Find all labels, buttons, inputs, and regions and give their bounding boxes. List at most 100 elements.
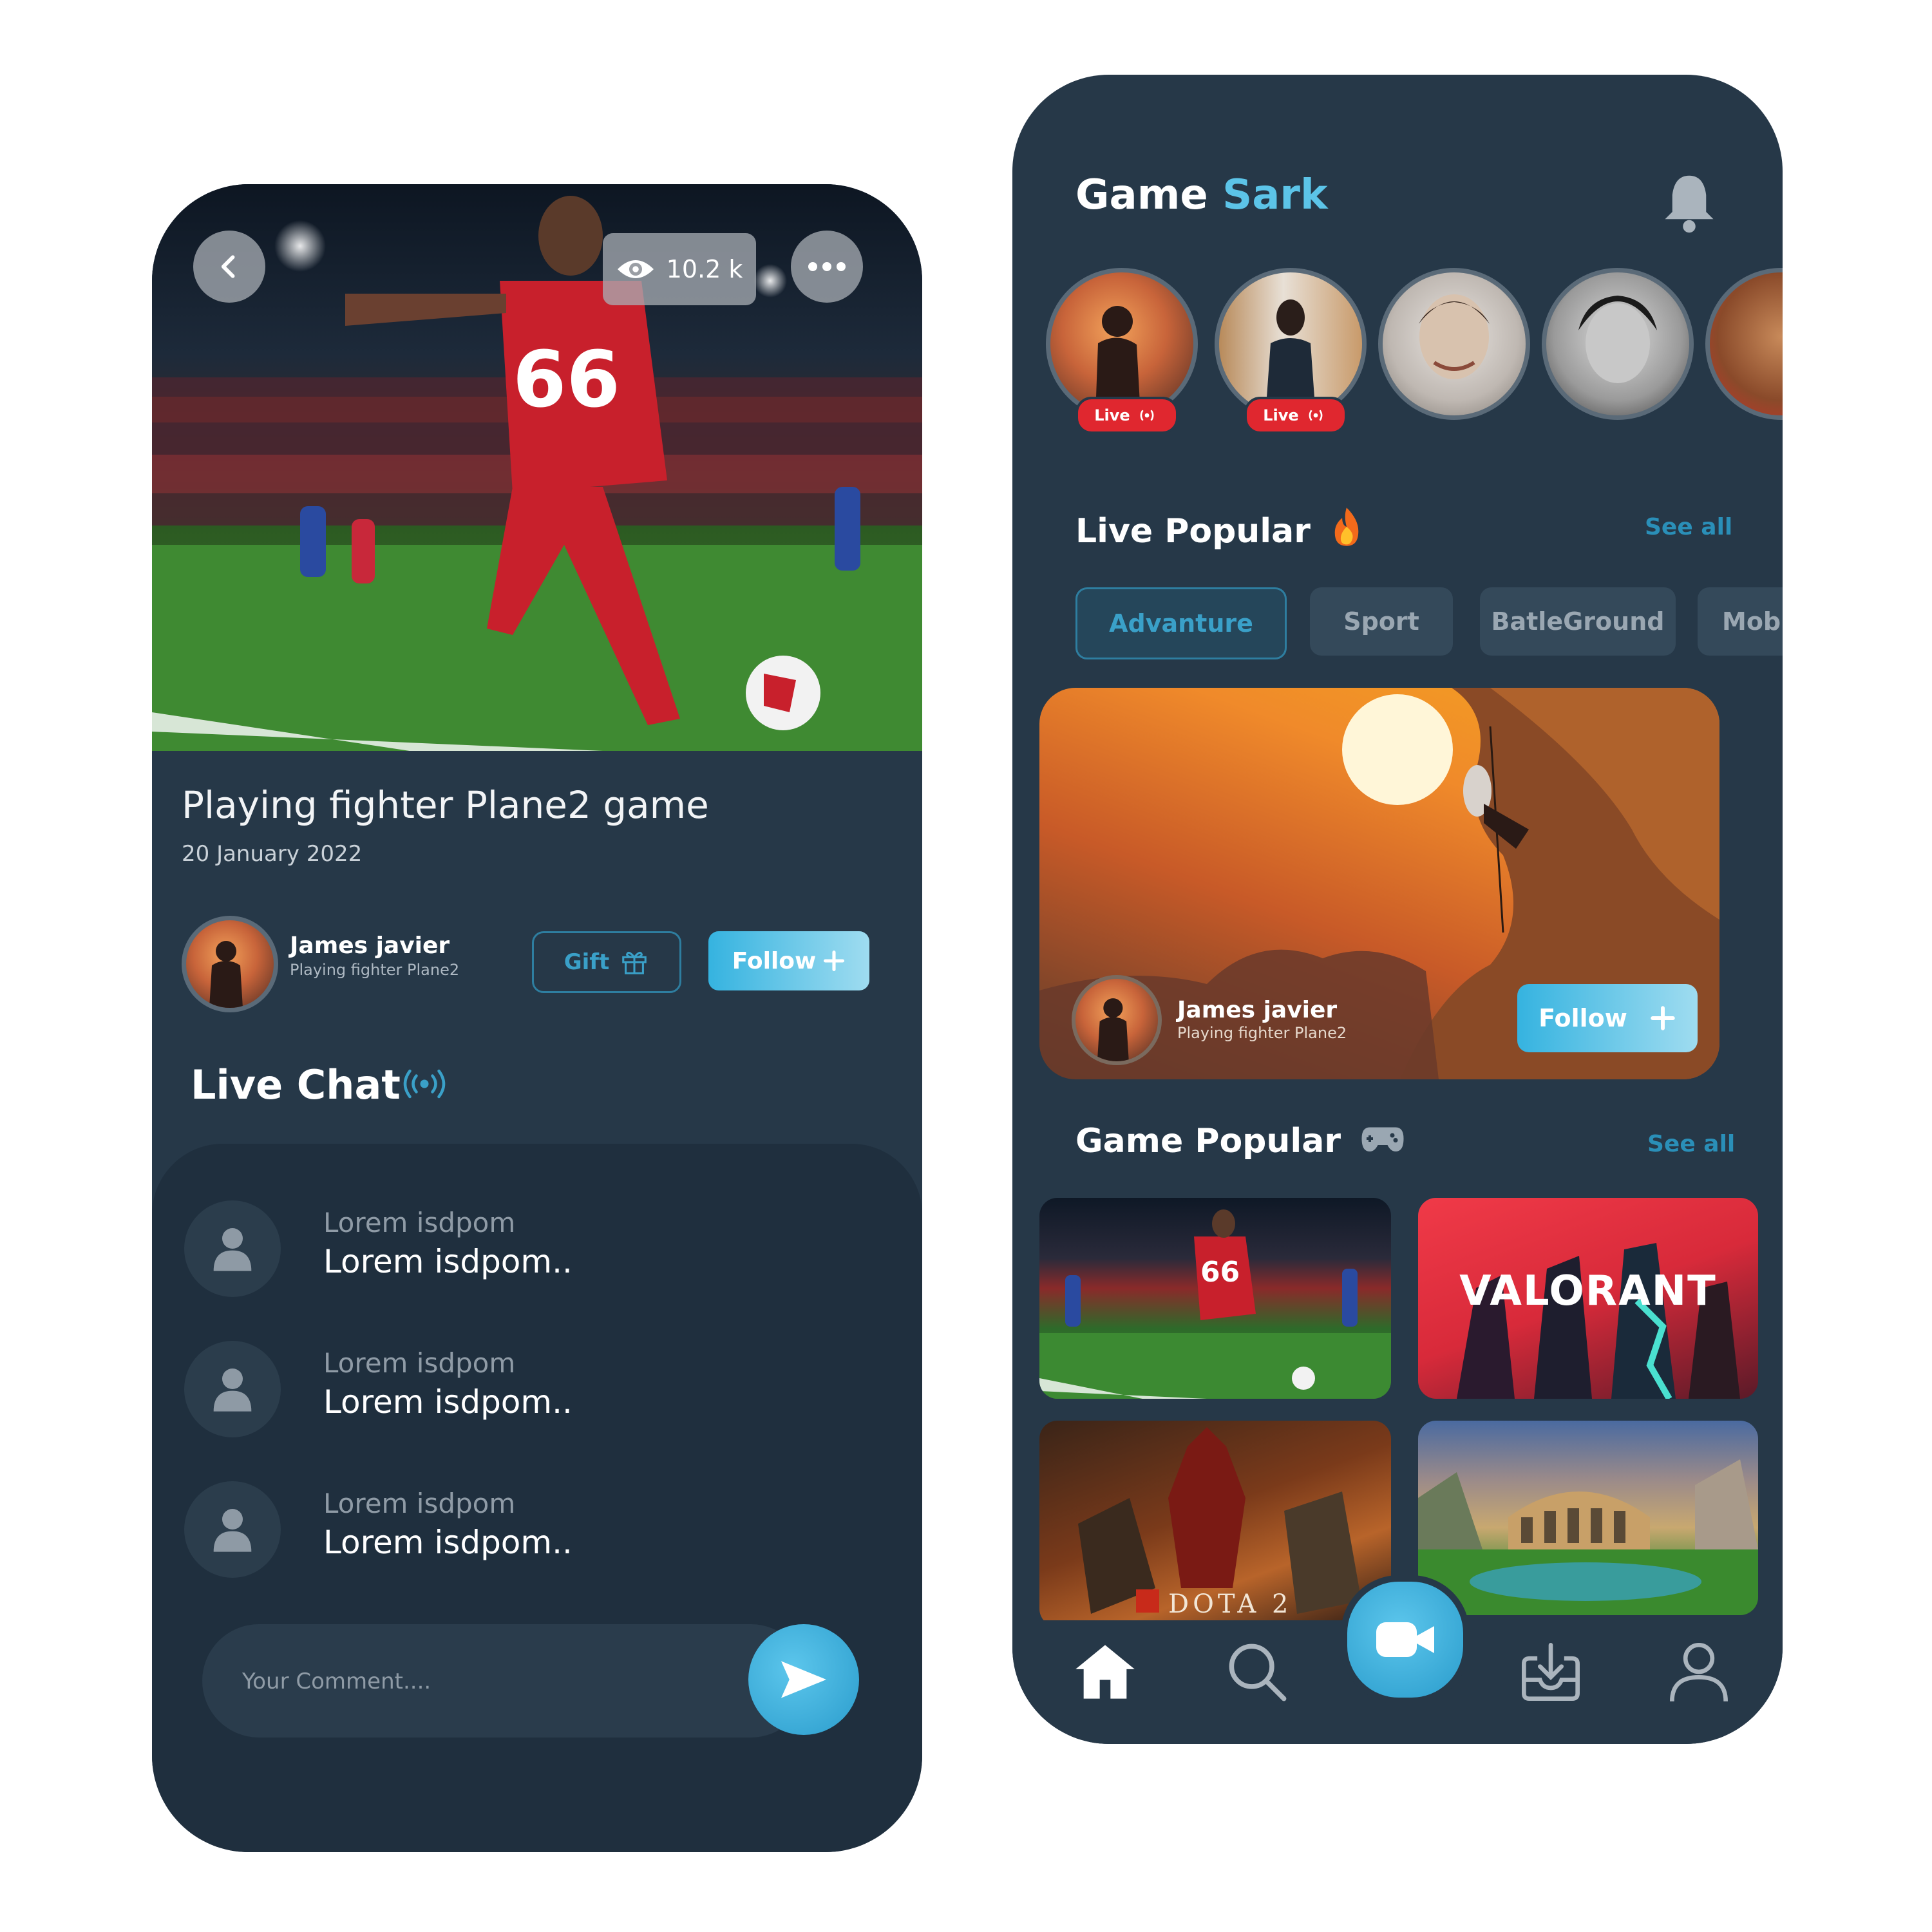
live-chat-heading: Live Chat [191,1061,401,1108]
story-avatar[interactable]: Live [1046,268,1198,434]
game-tile-valorant[interactable]: VALORANT [1418,1198,1758,1399]
plus-icon [1651,1006,1675,1030]
gamepad-icon [1361,1127,1404,1151]
game-tile-minecraft[interactable] [1418,1421,1758,1615]
nav-search-button[interactable] [1225,1640,1289,1704]
featured-host-silhouette [1097,998,1129,1061]
app-title-primary: Game [1075,171,1208,219]
chat-text: Lorem isdpom.. [323,1243,573,1280]
story-avatar[interactable] [1378,268,1530,420]
svg-text:66: 66 [1200,1256,1240,1289]
see-all-live-link[interactable]: See all [1645,514,1732,540]
story-photo [1378,268,1530,420]
chat-avatar [184,1200,281,1297]
category-tab-mobile[interactable]: Mobi [1698,587,1783,656]
story-person [1265,299,1316,415]
gift-label: Gift [564,949,610,975]
chat-text: Lorem isdpom.. [323,1383,573,1421]
game-tile-football[interactable]: 66 [1039,1198,1391,1399]
valorant-title: VALORANT [1459,1267,1717,1315]
live-popular-heading: Live Popular [1075,506,1365,551]
more-button[interactable] [791,231,863,303]
svg-text:66: 66 [513,336,620,425]
user-icon [213,1228,252,1271]
chat-author: Lorem isdpom [323,1207,516,1238]
featured-host-subtitle: Playing fighter Plane2 [1177,1024,1347,1042]
app-title-accent: Sark [1222,171,1328,219]
stream-date: 20 January 2022 [182,841,363,867]
user-icon [213,1368,252,1412]
minecraft-game-art [1418,1459,1758,1615]
featured-live-card[interactable]: James javier Playing fighter Plane2 Foll… [1039,688,1719,1079]
follow-button[interactable]: Follow [708,931,869,990]
user-icon [213,1509,252,1552]
game-popular-heading: Game Popular [1075,1122,1405,1160]
featured-host-name[interactable]: James javier [1177,997,1337,1023]
chat-avatar [184,1341,281,1437]
story-photo [1542,268,1694,420]
eye-icon [617,260,654,278]
stream-title: Playing fighter Plane2 game [182,783,709,827]
host-avatar[interactable] [182,916,278,1012]
gift-button[interactable]: Gift [532,931,681,993]
category-tab-sport[interactable]: Sport [1310,587,1453,656]
dota-title: DOTA 2 [1168,1589,1293,1619]
live-stream-screen: 66 10.2 k Playing fighter Plane2 game 20… [152,184,922,1852]
live-signal-icon [402,1068,447,1107]
nav-downloads-button[interactable] [1519,1640,1583,1704]
chat-text: Lorem isdpom.. [323,1524,573,1561]
chat-message: Lorem isdpom Lorem isdpom.. [184,1341,893,1444]
search-icon [1229,1643,1287,1701]
story-silhouette [1095,306,1141,415]
comment-bar [202,1624,808,1739]
follow-label: Follow [732,947,817,974]
gift-icon [622,951,647,974]
category-tab-batleground[interactable]: BatleGround [1480,587,1676,656]
back-arrow-icon [221,255,235,278]
notifications-button[interactable] [1660,170,1718,234]
app-title: Game Sark [1075,171,1328,219]
back-button[interactable] [193,231,265,303]
viewer-count-badge: 10.2 k [603,233,756,305]
game-popular-title: Game Popular [1075,1122,1341,1160]
story-avatar[interactable]: Live [1215,268,1367,434]
home-icon [1075,1645,1135,1699]
send-icon [781,1661,826,1698]
category-tab-advanture[interactable]: Advanture [1075,587,1287,659]
fire-icon [1334,507,1359,546]
live-badge: Live [1075,397,1179,434]
host-silhouette [209,941,243,1008]
nav-home-button[interactable] [1073,1640,1137,1704]
live-badge: Live [1244,397,1347,434]
story-face [1578,296,1657,383]
live-popular-title: Live Popular [1075,512,1311,551]
live-badge-label: Live [1094,406,1130,424]
go-live-button[interactable] [1341,1575,1470,1704]
profile-icon [1670,1643,1728,1701]
viewer-count: 10.2 k [666,255,743,283]
plus-icon [824,950,845,972]
host-name[interactable]: James javier [290,933,450,959]
video-camera-icon [1376,1622,1434,1657]
story-photo [1705,268,1783,420]
chat-author: Lorem isdpom [323,1347,516,1379]
stream-video[interactable]: 66 10.2 k [152,184,922,751]
featured-host-avatar[interactable] [1072,975,1162,1065]
live-signal-icon [1140,410,1154,421]
featured-follow-button[interactable]: Follow [1517,984,1698,1052]
send-button[interactable] [748,1624,859,1735]
bell-icon [1665,175,1714,233]
chat-message: Lorem isdpom Lorem isdpom.. [184,1200,893,1303]
game-tile-dota2[interactable]: DOTA 2 [1039,1421,1391,1627]
story-avatar[interactable] [1542,268,1694,420]
chat-avatar [184,1481,281,1578]
comment-input[interactable] [241,1624,733,1739]
home-screen: Game Sark Live Live Live Popular See all… [1012,75,1783,1744]
story-face [1419,294,1490,379]
nav-profile-button[interactable] [1667,1640,1731,1704]
see-all-games-link[interactable]: See all [1647,1131,1735,1157]
chat-author: Lorem isdpom [323,1488,516,1519]
download-icon [1522,1643,1580,1701]
chat-panel: Lorem isdpom Lorem isdpom.. Lorem isdpom… [152,1144,922,1852]
story-avatar[interactable] [1705,268,1783,420]
